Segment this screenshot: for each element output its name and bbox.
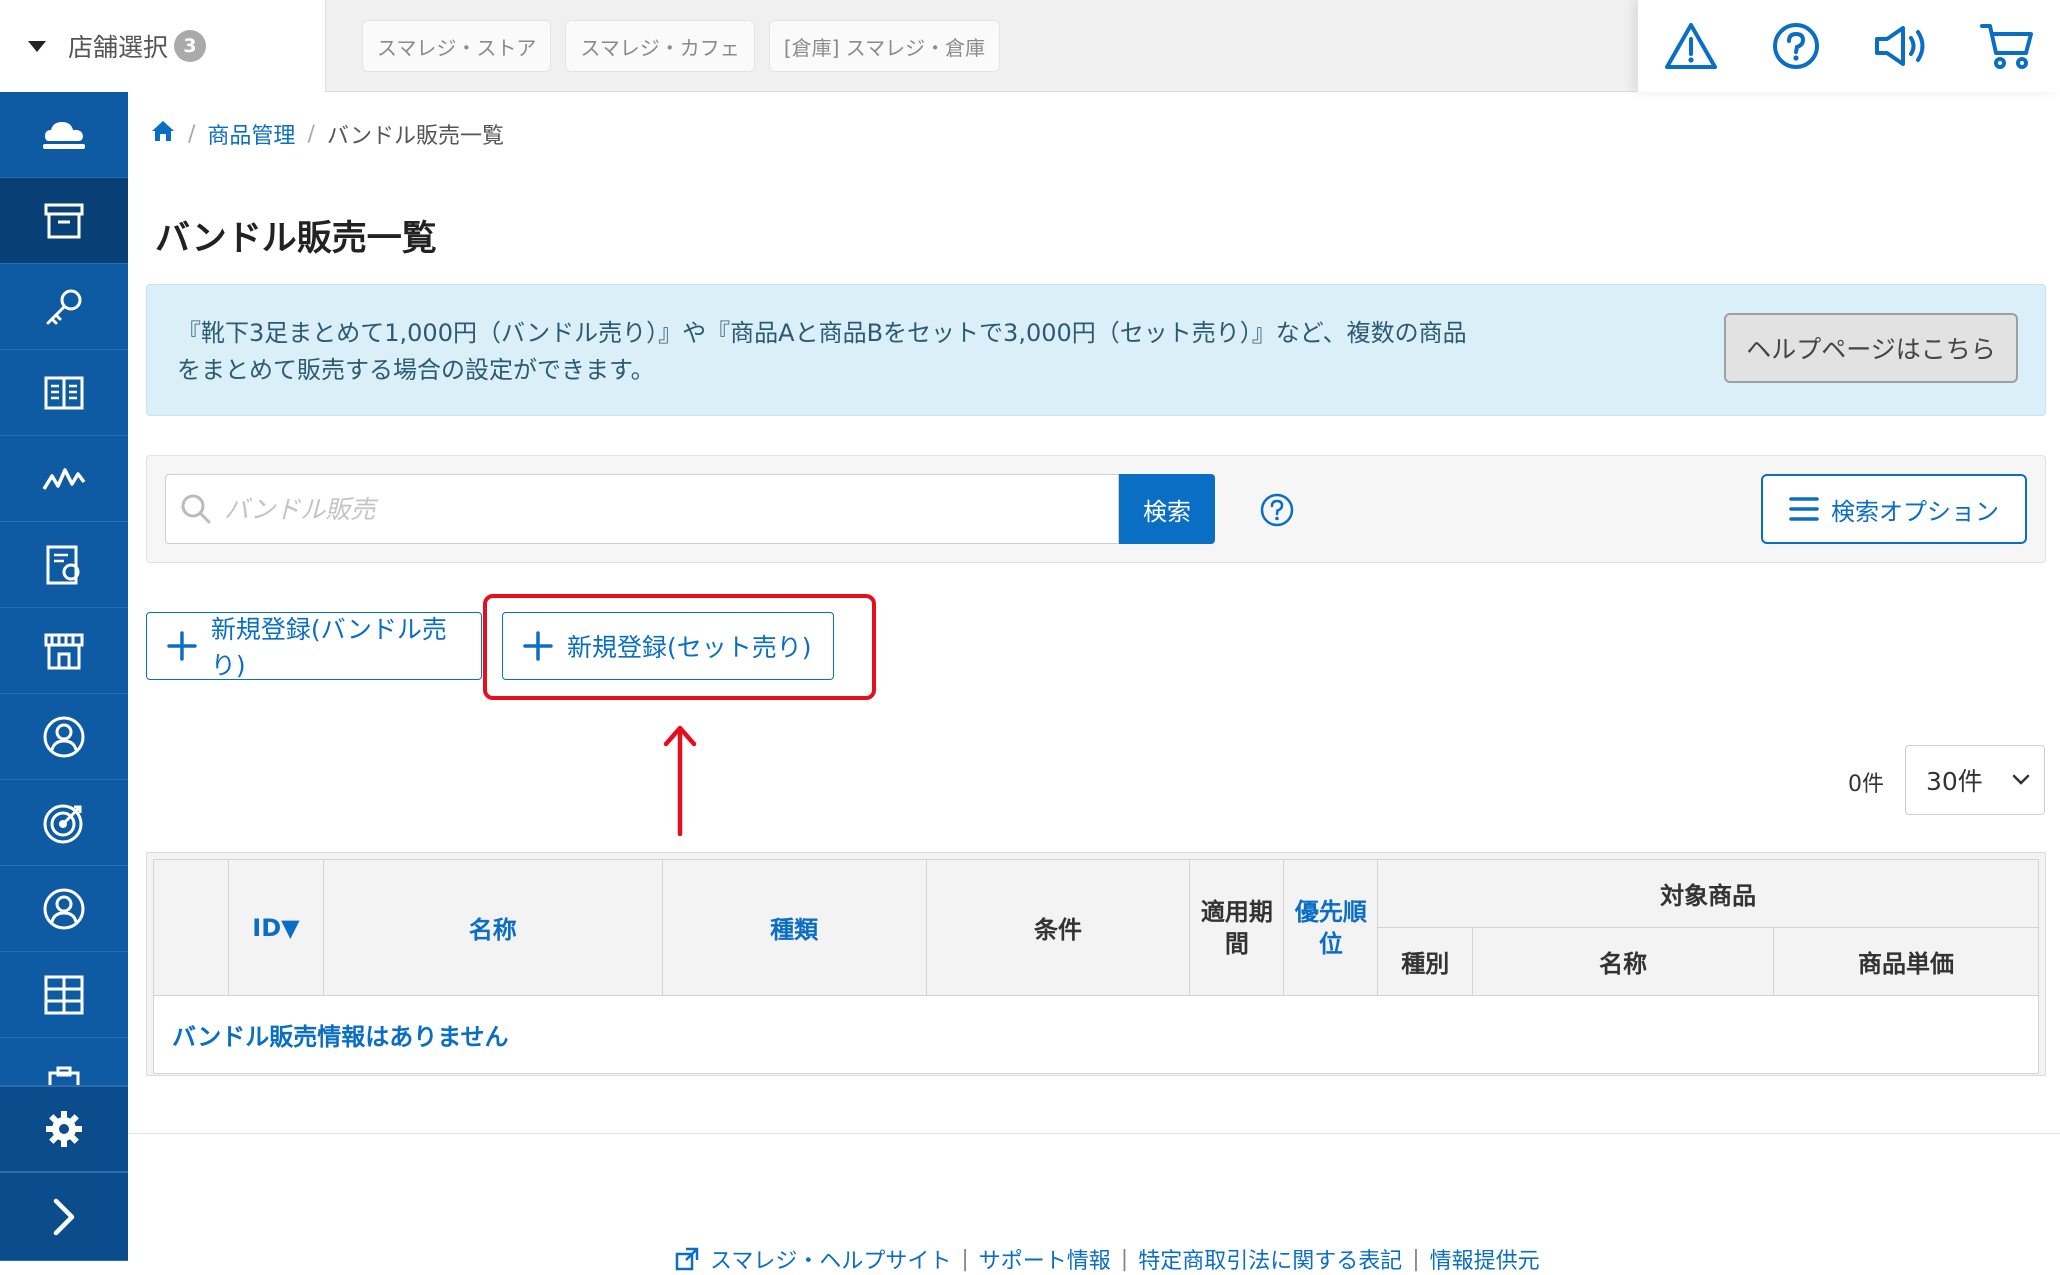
breadcrumb-product-management[interactable]: 商品管理 [207,118,295,150]
target-price-header: 商品単価 [1773,927,2039,996]
condition-column-header: 条件 [925,859,1191,996]
help-page-button[interactable]: ヘルプページはこちら [1724,313,2018,383]
search-help-icon[interactable] [1259,492,1295,532]
caret-down-icon [28,40,46,52]
info-text-line: をまとめて販売する場合の設定ができます。 [177,356,655,384]
store-chip[interactable]: スマレジ・カフェ [565,20,755,72]
bundle-table: ID▼ 名称 種類 条件 適用期間 優先順位 対象商品 種別 名称 商品単価 バ… [153,859,2039,1074]
select-column-header [153,859,229,996]
sidebar-item-manual[interactable] [0,350,128,436]
sidebar-item-reports[interactable] [0,522,128,608]
footer-separator: | [961,1246,969,1272]
user-icon [43,888,85,929]
type-column-header[interactable]: 種類 [661,859,927,996]
empty-message: バンドル販売情報はありません [153,995,2039,1074]
footer-link-info[interactable]: 情報提供元 [1430,1243,1540,1275]
sidebar-item-key[interactable] [0,264,128,350]
breadcrumb-separator: / [188,121,196,147]
store-count-badge: 3 [174,30,207,62]
sidebar-item-stores[interactable] [0,608,128,694]
per-page-value: 30件 [1926,767,1983,796]
info-text-line: 『靴下3足まとめて1,000円（バンドル売り）』や『商品Aと商品Bをセットで3,… [177,319,1467,347]
target-kind-header: 種別 [1377,927,1474,996]
chart-icon [42,467,86,490]
store-select-dropdown[interactable]: 店舗選択 3 [0,0,326,92]
arrow-up-icon [663,725,697,836]
sidebar-item-clipboard[interactable] [0,1038,128,1086]
bundle-table-container: ID▼ 名称 種類 条件 適用期間 優先順位 対象商品 種別 名称 商品単価 バ… [146,852,2046,1076]
info-box: 『靴下3足まとめて1,000円（バンドル売り）』や『商品Aと商品Bをセットで3,… [146,284,2046,416]
customer-icon [43,716,85,757]
home-icon[interactable] [150,119,176,149]
new-bundle-label: 新規登録(バンドル売り) [210,615,447,680]
report-icon [46,545,80,584]
sidebar-item-staff[interactable] [0,866,128,952]
target-icon [43,804,83,843]
top-icon-group [1638,0,2060,92]
sidebar-item-customers[interactable] [0,694,128,780]
external-link-icon [675,1247,699,1271]
search-panel: 検索 検索オプション [146,455,2046,563]
footer-links: スマレジ・ヘルプサイト | サポート情報 | 特定商取引法に関する表記 | 情報… [674,1243,1540,1275]
help-circle-icon[interactable] [1766,16,1826,76]
footer-link-help[interactable]: スマレジ・ヘルプサイト [710,1243,951,1275]
footer-link-legal[interactable]: 特定商取引法に関する表記 [1138,1243,1402,1275]
name-column-header[interactable]: 名称 [322,859,663,996]
store-select-label: 店舗選択 [68,33,169,62]
target-products-header: 対象商品 [1377,859,2039,928]
search-options-label: 検索オプション [1831,497,1999,526]
search-button[interactable]: 検索 [1119,474,1215,544]
cloud-icon [43,121,85,149]
target-name-header: 名称 [1472,927,1775,996]
key-icon [46,289,82,324]
highlight-box [483,594,876,700]
sidebar-expand-toggle[interactable] [0,1172,128,1261]
sidebar-item-targets[interactable] [0,780,128,866]
sidebar-item-analytics[interactable] [0,436,128,522]
chevron-right-icon [53,1198,75,1235]
store-chip[interactable]: スマレジ・ストア [362,20,552,72]
megaphone-icon[interactable] [1872,16,1932,76]
breadcrumb: / 商品管理 / バンドル販売一覧 [150,118,504,150]
priority-column-header[interactable]: 優先順位 [1283,859,1379,996]
top-bar: 店舗選択 3 スマレジ・ストア スマレジ・カフェ [倉庫] スマレジ・倉庫 [0,0,2060,92]
cart-icon[interactable] [1977,16,2037,76]
footer-divider [128,1133,2060,1134]
breadcrumb-separator: / [307,121,315,147]
id-column-header[interactable]: ID▼ [227,859,324,996]
sidebar [0,92,128,1261]
page-title: バンドル販売一覧 [155,219,437,259]
sidebar-item-home[interactable] [0,92,128,178]
grid-icon [44,975,84,1014]
per-page-select[interactable]: 30件 [1905,745,2045,815]
sidebar-settings[interactable] [0,1086,128,1172]
sidebar-item-products[interactable] [0,178,128,264]
result-count: 0件 [1848,772,1884,797]
store-icon [44,633,84,669]
product-box-icon [44,203,84,238]
plus-icon [167,631,197,661]
gear-icon [46,1111,82,1147]
search-field [165,474,1119,544]
footer-separator: | [1120,1246,1129,1272]
sidebar-item-apps[interactable] [0,952,128,1038]
clipboard-icon [48,1066,80,1085]
warning-icon[interactable] [1661,16,1721,76]
footer-separator: | [1412,1246,1420,1272]
chevron-down-icon [2012,774,2030,785]
breadcrumb-current: バンドル販売一覧 [326,124,504,149]
new-bundle-button[interactable]: 新規登録(バンドル売り) [146,612,482,680]
store-chip-list: スマレジ・ストア スマレジ・カフェ [倉庫] スマレジ・倉庫 [362,20,1001,72]
search-input[interactable] [224,494,1118,524]
info-text: 『靴下3足まとめて1,000円（バンドル売り）』や『商品Aと商品Bをセットで3,… [177,315,1717,389]
footer-link-support[interactable]: サポート情報 [979,1243,1111,1275]
search-options-button[interactable]: 検索オプション [1761,474,2027,544]
period-column-header: 適用期間 [1189,859,1285,996]
store-chip[interactable]: [倉庫] スマレジ・倉庫 [768,20,1001,72]
search-icon [181,494,211,524]
book-icon [44,376,84,409]
menu-icon [1789,497,1819,521]
